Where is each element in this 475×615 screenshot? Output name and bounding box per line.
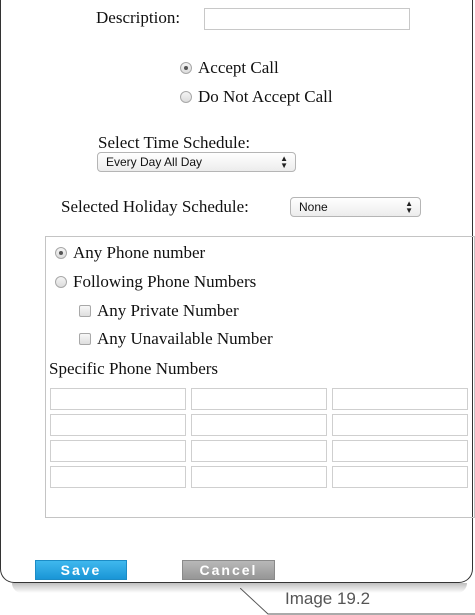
- phone-number-input[interactable]: [50, 440, 186, 462]
- time-schedule-value: Every Day All Day: [106, 155, 203, 169]
- phone-number-input[interactable]: [50, 466, 186, 488]
- any-phone-number-option[interactable]: Any Phone number: [55, 243, 205, 263]
- phone-number-input[interactable]: [191, 466, 327, 488]
- any-private-number-checkbox[interactable]: [79, 305, 91, 317]
- time-schedule-label: Select Time Schedule:: [98, 133, 251, 152]
- phone-number-input[interactable]: [191, 414, 327, 436]
- phone-number-input[interactable]: [50, 414, 186, 436]
- phone-grid-row: [50, 388, 470, 410]
- phone-number-input[interactable]: [332, 414, 468, 436]
- any-unavailable-number-option[interactable]: Any Unavailable Number: [79, 329, 273, 349]
- description-label: Description:: [96, 8, 181, 27]
- phone-number-input[interactable]: [332, 466, 468, 488]
- do-not-accept-call-option[interactable]: Do Not Accept Call: [180, 87, 333, 107]
- phone-number-input[interactable]: [191, 388, 327, 410]
- do-not-accept-call-label: Do Not Accept Call: [198, 87, 333, 106]
- image-caption: Image 19.2: [285, 589, 371, 608]
- phone-number-input[interactable]: [332, 388, 468, 410]
- any-unavailable-number-checkbox[interactable]: [79, 333, 91, 345]
- any-phone-number-radio[interactable]: [55, 247, 67, 259]
- specific-phone-numbers-grid: [50, 388, 470, 492]
- accept-call-radio[interactable]: [180, 62, 192, 74]
- up-down-arrows-icon: ▲ ▼: [405, 199, 413, 215]
- phone-number-input[interactable]: [191, 440, 327, 462]
- any-private-number-option[interactable]: Any Private Number: [79, 301, 239, 321]
- any-phone-number-label: Any Phone number: [73, 243, 206, 262]
- holiday-schedule-label: Selected Holiday Schedule:: [61, 197, 249, 216]
- following-phone-numbers-radio[interactable]: [55, 276, 67, 288]
- accept-call-option[interactable]: Accept Call: [180, 58, 279, 78]
- cancel-button[interactable]: Cancel: [182, 560, 275, 580]
- time-schedule-select[interactable]: Every Day All Day ▲ ▼: [97, 152, 296, 172]
- following-phone-numbers-label: Following Phone Numbers: [73, 272, 257, 291]
- specific-phone-numbers-label: Specific Phone Numbers: [49, 359, 219, 378]
- save-button[interactable]: Save: [35, 560, 127, 580]
- holiday-schedule-value: None: [299, 200, 328, 214]
- any-unavailable-number-label: Any Unavailable Number: [97, 329, 273, 348]
- phone-number-input[interactable]: [50, 388, 186, 410]
- holiday-schedule-select[interactable]: None ▲ ▼: [290, 197, 421, 217]
- following-phone-numbers-option[interactable]: Following Phone Numbers: [55, 272, 256, 292]
- phone-grid-row: [50, 466, 470, 488]
- any-private-number-label: Any Private Number: [97, 301, 239, 320]
- up-down-arrows-icon: ▲ ▼: [280, 154, 288, 170]
- accept-call-label: Accept Call: [198, 58, 279, 77]
- phone-grid-row: [50, 414, 470, 436]
- phone-number-input[interactable]: [332, 440, 468, 462]
- phone-grid-row: [50, 440, 470, 462]
- description-input[interactable]: [204, 8, 410, 30]
- do-not-accept-call-radio[interactable]: [180, 91, 192, 103]
